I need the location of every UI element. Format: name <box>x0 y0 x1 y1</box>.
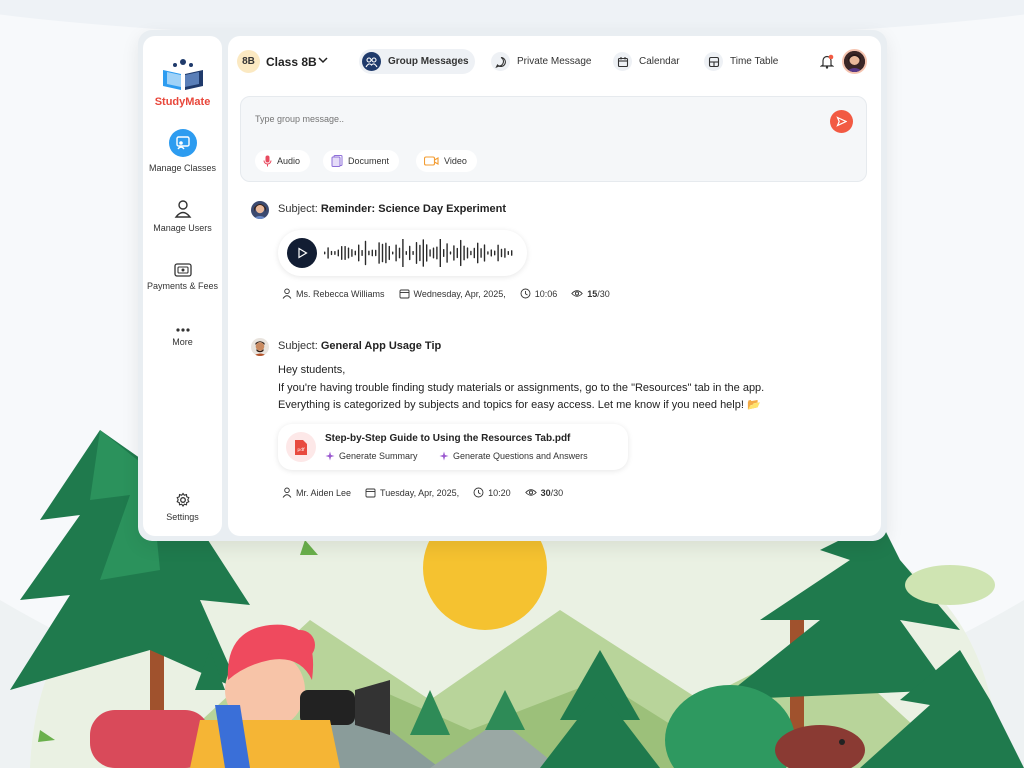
tab-label: Time Table <box>730 56 779 67</box>
author: Ms. Rebecca Williams <box>282 288 385 299</box>
payments-icon <box>173 263 192 277</box>
eye-icon <box>524 489 537 496</box>
message-line: Everything is categorized by subjects an… <box>278 399 761 411</box>
sidebar-item-label: Manage Users <box>153 223 212 233</box>
user-avatar[interactable] <box>842 49 867 74</box>
views-count: 30/30 <box>524 488 563 498</box>
time: 10:20 <box>473 487 511 498</box>
sidebar-item-payments-fees[interactable]: Payments & Fees <box>143 263 222 291</box>
studymate-logo-icon <box>163 59 203 90</box>
manage-classes-icon <box>168 129 197 157</box>
audio-waveform[interactable] <box>324 239 519 267</box>
tab-label: Private Message <box>517 56 592 67</box>
chip-label: Document <box>348 156 390 166</box>
message-body: Hey students, If you're having trouble f… <box>278 362 838 415</box>
video-icon <box>424 156 439 166</box>
eye-icon <box>571 290 584 297</box>
message-line: If you're having trouble finding study m… <box>278 381 765 394</box>
group-message-input[interactable] <box>255 114 815 124</box>
generate-summary-button[interactable]: Generate Summary <box>325 451 418 461</box>
author-avatar <box>251 338 269 356</box>
microphone-icon <box>263 155 272 167</box>
date: Wednesday, Apr, 2025, <box>399 288 506 299</box>
clock-icon <box>473 487 484 498</box>
sidebar: StudyMate Manage Classes Manage Users Pa… <box>143 36 222 536</box>
sparkle-icon <box>439 451 449 461</box>
sidebar-item-label: Payments & Fees <box>146 281 219 291</box>
tab-time-table[interactable]: Time Table <box>701 49 784 74</box>
views-count: 15/30 <box>571 289 610 299</box>
class-selector[interactable]: Class 8B <box>266 55 317 69</box>
attach-video-button[interactable]: Video <box>416 150 477 172</box>
play-icon <box>298 247 308 259</box>
message-meta: Ms. Rebecca Williams Wednesday, Apr, 202… <box>282 288 624 299</box>
sidebar-item-more[interactable]: More <box>143 327 222 347</box>
tab-calendar[interactable]: Calendar <box>610 49 686 74</box>
chevron-down-icon[interactable] <box>317 55 329 65</box>
sidebar-item-settings[interactable]: Settings <box>143 492 222 522</box>
author-avatar <box>251 201 269 219</box>
calendar-icon <box>613 52 632 71</box>
group-icon <box>362 52 381 71</box>
tab-label: Calendar <box>639 56 680 67</box>
notification-bell-icon[interactable] <box>820 54 834 69</box>
settings-label: Settings <box>166 512 199 522</box>
chat-bubble-icon <box>491 52 510 71</box>
tab-private-message[interactable]: Private Message <box>488 49 597 74</box>
sidebar-item-label: More <box>172 337 193 347</box>
tab-label: Group Messages <box>388 56 469 67</box>
calendar-icon <box>399 289 409 299</box>
file-name[interactable]: Step-by-Step Guide to Using the Resource… <box>325 433 570 444</box>
sidebar-item-label: Manage Classes <box>148 163 217 173</box>
send-icon <box>836 116 847 127</box>
svg-text:pdf: pdf <box>297 447 305 453</box>
file-attachment-card[interactable]: pdf Step-by-Step Guide to Using the Reso… <box>278 424 628 470</box>
message-line: Hey students, <box>278 364 346 376</box>
chip-label: Audio <box>277 156 301 166</box>
clock-icon <box>520 288 531 299</box>
message-subject: Subject: Reminder: Science Day Experimen… <box>278 203 507 215</box>
author: Mr. Aiden Lee <box>282 487 351 498</box>
attach-document-button[interactable]: Document <box>323 150 400 172</box>
date: Tuesday, Apr, 2025, <box>365 487 459 498</box>
timetable-icon <box>704 52 723 71</box>
time: 10:06 <box>520 288 557 299</box>
document-icon <box>331 155 343 167</box>
user-icon <box>282 487 292 498</box>
more-dots-icon <box>175 328 190 332</box>
generate-qa-button[interactable]: Generate Questions and Answers <box>439 451 588 461</box>
class-badge: 8B <box>237 50 260 73</box>
sparkle-icon <box>325 451 335 461</box>
attach-audio-button[interactable]: Audio <box>255 150 311 172</box>
main-panel: 8B Class 8B Group Messages Private Messa… <box>228 36 881 536</box>
message-composer: Audio Document Video <box>240 96 867 182</box>
app-name: StudyMate <box>154 96 211 108</box>
message-meta: Mr. Aiden Lee Tuesday, Apr, 2025, 10:20 … <box>282 487 577 498</box>
user-icon <box>174 200 191 218</box>
gear-icon <box>175 492 190 507</box>
user-icon <box>282 288 292 299</box>
tab-group-messages[interactable]: Group Messages <box>359 49 475 74</box>
send-button[interactable] <box>830 110 853 133</box>
sidebar-item-manage-users[interactable]: Manage Users <box>143 199 222 233</box>
play-button[interactable] <box>287 238 317 268</box>
sidebar-item-manage-classes[interactable]: Manage Classes <box>143 129 222 173</box>
audio-message-player <box>278 230 527 276</box>
pdf-file-icon: pdf <box>286 432 316 462</box>
message-subject: Subject: General App Usage Tip <box>278 340 442 352</box>
chip-label: Video <box>444 156 467 166</box>
calendar-icon <box>365 488 376 498</box>
